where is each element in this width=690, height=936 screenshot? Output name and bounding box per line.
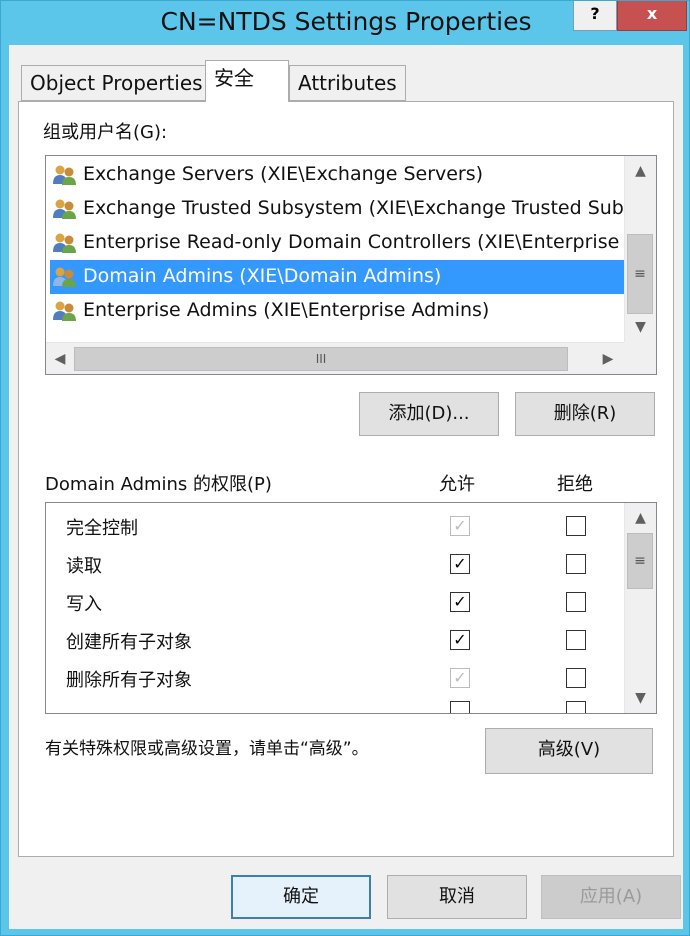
list-item[interactable]: Enterprise Admins (XIE\Enterprise Admins… xyxy=(50,294,624,328)
permission-row: 创建所有子对象 ✓ xyxy=(46,621,626,659)
tab-attributes[interactable]: Attributes xyxy=(289,65,406,101)
list-item-selected[interactable]: Domain Admins (XIE\Domain Admins) xyxy=(50,260,624,294)
permissions-label: Domain Admins 的权限(P) xyxy=(45,474,272,495)
advanced-hint-text: 有关特殊权限或高级设置，请单击“高级”。 xyxy=(45,739,369,759)
permission-name: 删除所有子对象 xyxy=(66,670,192,691)
group-listbox[interactable]: Exchange Servers (XIE\Exchange Servers) … xyxy=(45,155,657,375)
allow-checkbox[interactable] xyxy=(450,701,470,713)
allow-checkbox[interactable]: ✓ xyxy=(450,630,470,650)
group-icon xyxy=(53,199,76,219)
scroll-down-icon[interactable]: ▼ xyxy=(625,685,656,711)
allow-column-header: 允许 xyxy=(439,474,475,495)
group-icon xyxy=(53,301,76,321)
group-list-label: 组或用户名(G): xyxy=(43,122,168,143)
scrollbar-corner xyxy=(624,342,656,374)
apply-button[interactable]: 应用(A) xyxy=(541,875,681,919)
permission-name: 写入 xyxy=(66,594,102,615)
title-bar[interactable]: CN=NTDS Settings Properties ? x xyxy=(1,1,690,45)
group-name: Enterprise Admins (XIE\Enterprise Admins… xyxy=(83,299,490,321)
add-button[interactable]: 添加(D)... xyxy=(359,392,499,436)
list-item[interactable]: Enterprise Read-only Domain Controllers … xyxy=(50,226,624,260)
allow-checkbox[interactable]: ✓ xyxy=(450,554,470,574)
allow-checkbox[interactable]: ✓ xyxy=(450,516,470,536)
ok-button[interactable]: 确定 xyxy=(231,875,371,919)
scroll-thumb[interactable]: ≡ xyxy=(627,234,653,314)
group-icon xyxy=(53,233,76,253)
deny-checkbox[interactable] xyxy=(566,516,586,536)
tab-security[interactable]: 安全 xyxy=(205,60,289,102)
permissions-vertical-scrollbar[interactable]: ▲ ≡ ▼ xyxy=(624,503,656,713)
remove-button[interactable]: 删除(R) xyxy=(515,392,655,436)
permission-row: 完全控制 ✓ xyxy=(46,507,626,545)
close-button[interactable]: x xyxy=(617,1,687,31)
permission-name: 创建所有子对象 xyxy=(66,632,192,653)
deny-checkbox[interactable] xyxy=(566,592,586,612)
advanced-button[interactable]: 高级(V) xyxy=(485,728,653,774)
group-list-vertical-scrollbar[interactable]: ▲ ≡ ▼ xyxy=(624,156,656,342)
scroll-left-icon[interactable]: ◀ xyxy=(48,346,72,372)
deny-checkbox[interactable] xyxy=(566,701,586,713)
permission-row: 删除所有子对象 ✓ xyxy=(46,659,626,697)
properties-window: CN=NTDS Settings Properties ? x Object P… xyxy=(0,0,690,936)
list-item[interactable]: Exchange Trusted Subsystem (XIE\Exchange… xyxy=(50,192,624,226)
security-tab-panel: 组或用户名(G): Exchange Servers (XIE\Exchange… xyxy=(18,101,674,857)
list-item[interactable]: Exchange Servers (XIE\Exchange Servers) xyxy=(50,158,624,192)
deny-checkbox[interactable] xyxy=(566,668,586,688)
scroll-down-icon[interactable]: ▼ xyxy=(625,314,656,340)
dialog-client: Object Properties 安全 Attributes 组或用户名(G)… xyxy=(9,45,683,929)
allow-checkbox[interactable]: ✓ xyxy=(450,668,470,688)
group-name: Domain Admins (XIE\Domain Admins) xyxy=(83,265,442,287)
permission-row: 读取 ✓ xyxy=(46,545,626,583)
help-button[interactable]: ? xyxy=(573,1,617,31)
cancel-button[interactable]: 取消 xyxy=(387,875,527,919)
permission-row-clipped xyxy=(46,701,626,713)
group-list-horizontal-scrollbar[interactable]: ◀ III ▶ xyxy=(46,342,624,374)
deny-column-header: 拒绝 xyxy=(557,474,593,495)
scroll-right-icon[interactable]: ▶ xyxy=(596,346,620,372)
scroll-thumb[interactable]: ≡ xyxy=(627,533,653,589)
deny-checkbox[interactable] xyxy=(566,630,586,650)
scroll-grip-icon: ≡ xyxy=(634,266,646,282)
group-name: Exchange Trusted Subsystem (XIE\Exchange… xyxy=(83,197,624,219)
scroll-up-icon[interactable]: ▲ xyxy=(625,158,656,184)
group-icon xyxy=(53,165,76,185)
group-name: Enterprise Read-only Domain Controllers … xyxy=(83,231,620,253)
group-icon xyxy=(53,267,76,287)
allow-checkbox[interactable]: ✓ xyxy=(450,592,470,612)
permissions-listbox[interactable]: 完全控制 ✓ 读取 ✓ 写入 ✓ 创建所有子对象 ✓ 删除所有子对象 ✓ ▲ ≡… xyxy=(45,502,657,714)
permission-name: 完全控制 xyxy=(66,518,138,539)
deny-checkbox[interactable] xyxy=(566,554,586,574)
tab-object-properties[interactable]: Object Properties xyxy=(21,65,212,101)
group-name: Exchange Servers (XIE\Exchange Servers) xyxy=(83,163,484,185)
permission-name: 读取 xyxy=(66,556,102,577)
scroll-up-icon[interactable]: ▲ xyxy=(625,505,656,531)
horizontal-scroll-thumb[interactable]: III xyxy=(74,347,568,371)
permission-row: 写入 ✓ xyxy=(46,583,626,621)
scroll-grip-icon: ≡ xyxy=(634,553,646,569)
